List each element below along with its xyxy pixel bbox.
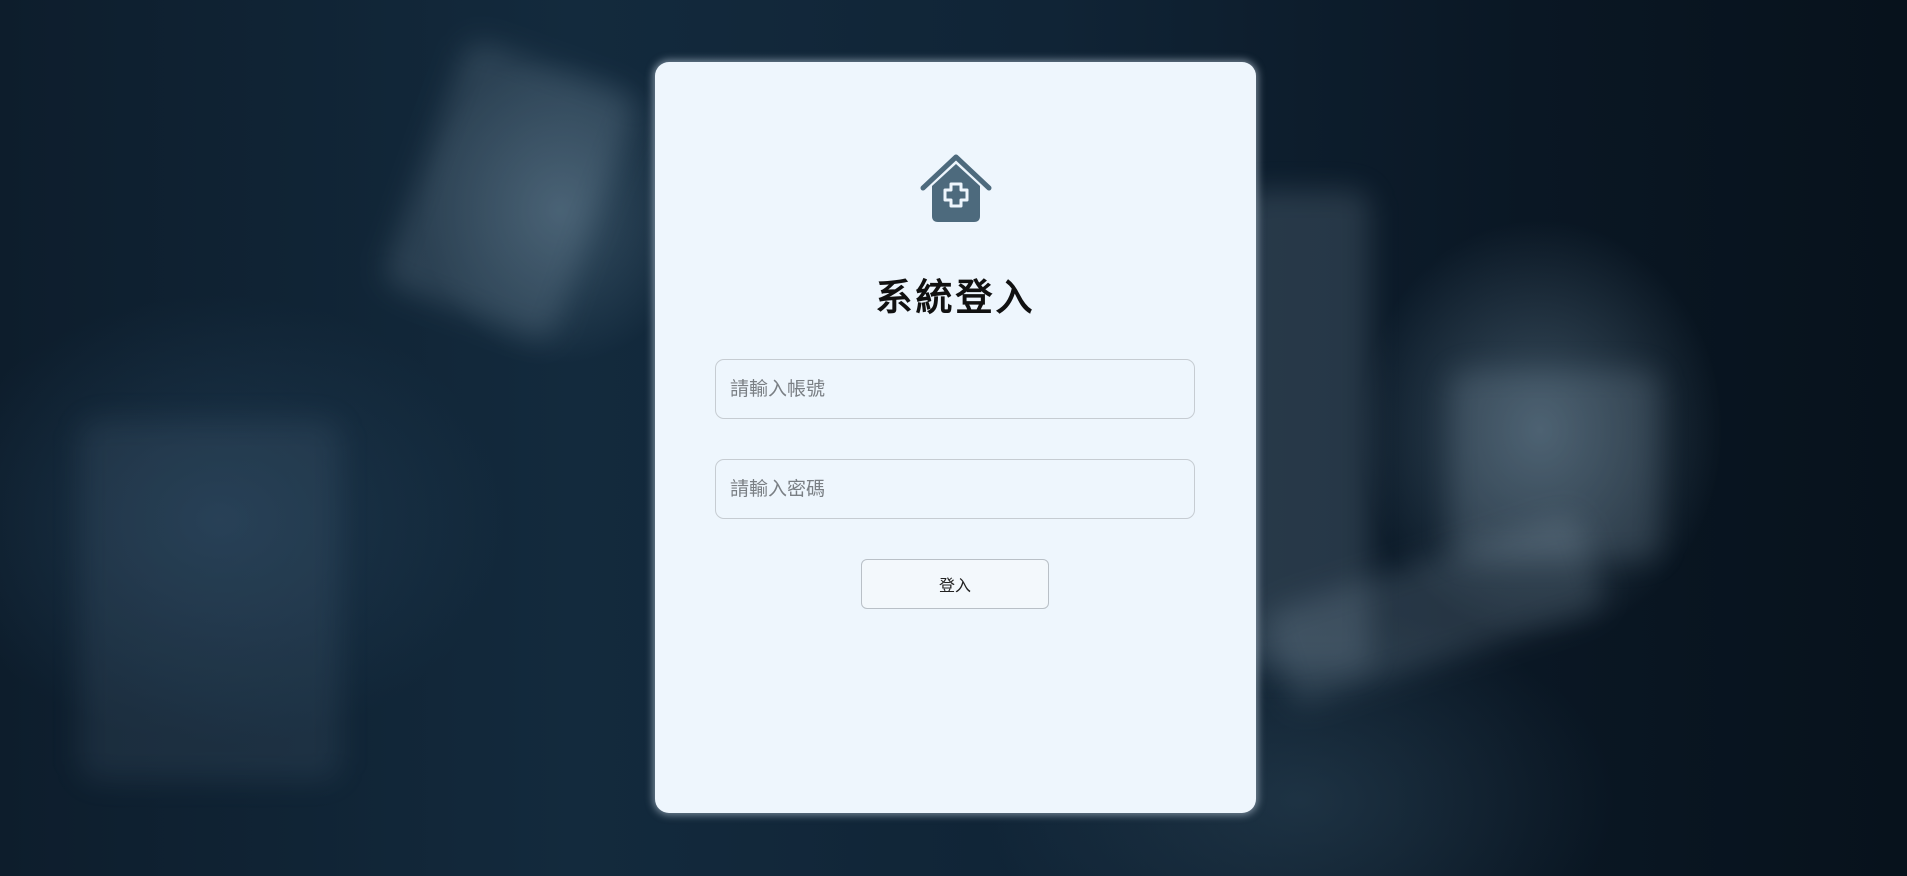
page-title: 系統登入 xyxy=(875,276,1036,319)
login-card: 系統登入 登入 xyxy=(655,62,1256,813)
password-input[interactable] xyxy=(715,459,1195,519)
login-button[interactable]: 登入 xyxy=(861,559,1049,609)
username-input[interactable] xyxy=(715,359,1195,419)
hospital-logo-icon xyxy=(920,154,992,222)
